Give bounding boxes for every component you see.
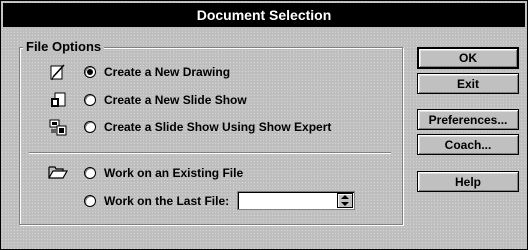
option-new-drawing-label: Create a New Drawing	[104, 65, 231, 79]
radio-last-file[interactable]	[84, 195, 96, 207]
option-show-expert-label: Create a Slide Show Using Show Expert	[104, 120, 332, 134]
radio-new-slide-show[interactable]	[84, 94, 96, 106]
help-button[interactable]: Help	[417, 171, 519, 192]
option-last-file-label: Work on the Last File:	[104, 194, 230, 208]
group-separator	[29, 152, 391, 154]
option-last-file[interactable]: Work on the Last File:	[84, 193, 229, 209]
radio-new-drawing[interactable]	[84, 66, 96, 78]
drawing-icon	[50, 64, 65, 81]
radio-existing-file[interactable]	[84, 167, 96, 179]
show-expert-icon	[49, 119, 67, 136]
slide-show-icon	[51, 92, 66, 107]
option-show-expert[interactable]: Create a Slide Show Using Show Expert	[84, 119, 331, 135]
document-selection-dialog: Document Selection File Options Create a…	[0, 0, 528, 250]
option-existing-file-label: Work on an Existing File	[104, 166, 244, 180]
up-down-arrow-icon	[341, 195, 349, 206]
option-new-drawing[interactable]: Create a New Drawing	[84, 64, 230, 80]
open-folder-icon	[48, 166, 68, 179]
radio-show-expert[interactable]	[84, 121, 96, 133]
preferences-button[interactable]: Preferences...	[417, 109, 519, 130]
dialog-title-bar[interactable]: Document Selection	[3, 3, 525, 27]
dropdown-button[interactable]	[337, 193, 353, 208]
coach-button[interactable]: Coach...	[417, 134, 519, 155]
option-new-slide-show-label: Create a New Slide Show	[104, 93, 247, 107]
dialog-title: Document Selection	[196, 7, 332, 23]
option-existing-file[interactable]: Work on an Existing File	[84, 165, 243, 181]
last-file-dropdown[interactable]	[237, 191, 355, 210]
file-options-legend: File Options	[23, 39, 105, 54]
exit-button[interactable]: Exit	[417, 73, 519, 94]
option-new-slide-show[interactable]: Create a New Slide Show	[84, 92, 247, 108]
ok-button[interactable]: OK	[417, 47, 519, 69]
